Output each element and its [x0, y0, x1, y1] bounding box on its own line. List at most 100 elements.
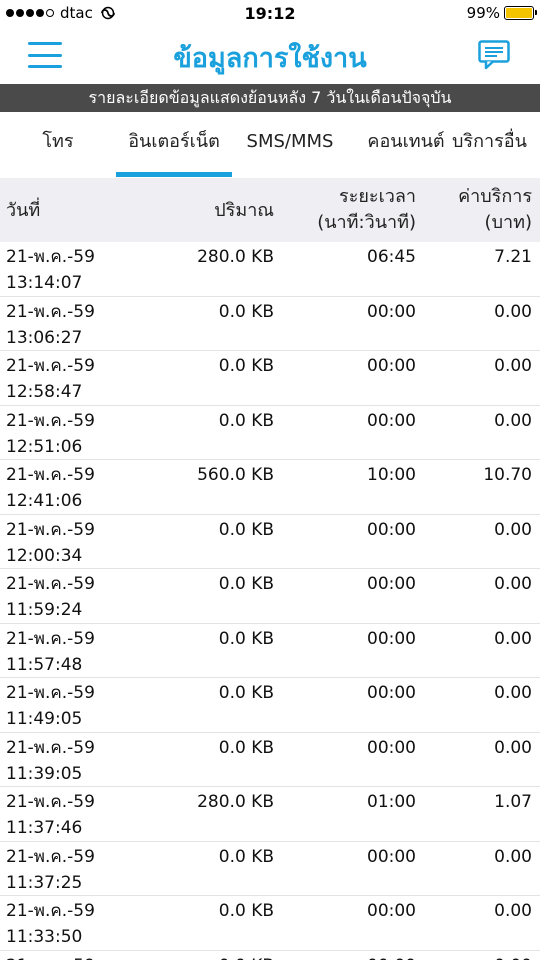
row-fee: 7.21 [494, 247, 532, 267]
row-time: 11:37:46 [6, 818, 83, 838]
row-volume: 0.0 KB [218, 301, 274, 322]
table-row[interactable]: 21-พ.ค.-59 13:14:07 280.0 KB 06:45 7.21 [0, 242, 540, 297]
tab-internet[interactable]: อินเตอร์เน็ต [116, 112, 232, 178]
tab-sms-mms[interactable]: SMS/MMS [240, 112, 340, 178]
row-time: 11:37:25 [6, 872, 83, 893]
nav-bar: ข้อมูลการใช้งาน [0, 28, 540, 82]
row-fee: 10.70 [483, 465, 532, 485]
row-time: 12:51:06 [6, 436, 83, 457]
row-datetime: 21-พ.ค.-59 12:00:34 [6, 517, 95, 569]
row-volume: 0.0 KB [218, 356, 274, 376]
row-time: 12:41:06 [6, 491, 83, 511]
table-row[interactable]: 21-พ.ค.-59 11:39:05 0.0 KB 00:00 0.00 [0, 733, 540, 787]
table-row[interactable]: 21-พ.ค.-59 11:37:46 280.0 KB 01:00 1.07 [0, 787, 540, 842]
row-fee: 1.07 [494, 792, 532, 812]
row-volume: 0.0 KB [218, 846, 274, 867]
row-duration: 01:00 [367, 792, 416, 812]
usage-table-body: 21-พ.ค.-59 13:14:07 280.0 KB 06:45 7.21 21-พ.… [0, 242, 540, 960]
row-fee: 0.00 [494, 301, 532, 322]
row-volume: 0.0 KB [218, 628, 274, 649]
table-row[interactable]: 21-พ.ค.-59 11:57:48 0.0 KB 00:00 0.00 [0, 624, 540, 678]
tab-bar: โทร อินเตอร์เน็ต SMS/MMS คอนเทนต์ บริการ… [0, 112, 540, 178]
table-row[interactable]: 21-พ.ค.-59 11:33:50 0.0 KB 00:00 0.00 [0, 896, 540, 951]
row-datetime: 21-พ.ค.-59 13:14:07 [6, 244, 95, 296]
table-row[interactable]: 21-พ.ค.-59 13:06:27 0.0 KB 00:00 0.00 [0, 297, 540, 351]
table-row[interactable]: 21-พ.ค.-59 12:51:06 0.0 KB 00:00 0.00 [0, 406, 540, 460]
row-volume: 280.0 KB [197, 247, 274, 267]
row-fee: 0.00 [494, 574, 532, 594]
row-volume: 0.0 KB [218, 574, 274, 594]
table-row[interactable]: 21-พ.ค.-59 12:00:34 0.0 KB 00:00 0.00 [0, 515, 540, 569]
row-datetime: 21-พ.ค.-59 12:51:06 [6, 408, 95, 460]
table-row[interactable]: 21-พ.ค.-59 11:37:25 0.0 KB 00:00 0.00 [0, 842, 540, 896]
page-title: ข้อมูลการใช้งาน [173, 43, 367, 74]
row-datetime: 21-พ.ค.-59 [6, 953, 95, 960]
table-header: วันที่ ปริมาณ ระยะเวลา (นาที:วินาที) ค่า… [0, 178, 540, 242]
row-fee: 0.00 [494, 953, 532, 960]
row-volume: 0.0 KB [219, 953, 274, 960]
row-time: 11:49:05 [6, 709, 83, 729]
row-time: 11:57:48 [6, 654, 83, 675]
tab-content[interactable]: คอนเทนต์ [356, 112, 456, 178]
row-duration: 06:45 [367, 247, 416, 267]
table-row[interactable]: 21-พ.ค.-59 0.0 KB 00:00 0.00 [0, 951, 540, 960]
row-date: 21-พ.ค.-59 [6, 953, 95, 960]
header-fee-line1: ค่าบริการ [458, 186, 532, 207]
active-tab-indicator [116, 172, 232, 177]
row-datetime: 21-พ.ค.-59 11:59:24 [6, 571, 95, 623]
row-duration: 00:00 [367, 846, 416, 867]
row-fee: 0.00 [494, 410, 532, 431]
row-datetime: 21-พ.ค.-59 11:33:50 [6, 898, 95, 950]
table-row[interactable]: 21-พ.ค.-59 11:49:05 0.0 KB 00:00 0.00 [0, 678, 540, 733]
row-volume: 0.0 KB [218, 901, 274, 921]
row-volume: 0.0 KB [218, 519, 274, 540]
row-date: 21-พ.ค.-59 [6, 792, 95, 812]
row-duration: 00:00 [367, 356, 416, 376]
header-date: วันที่ [6, 200, 41, 221]
header-duration-line1: ระยะเวลา [339, 186, 416, 207]
row-volume: 0.0 KB [218, 410, 274, 431]
row-duration: 00:00 [367, 410, 416, 431]
row-duration: 00:00 [367, 737, 416, 758]
battery-icon [504, 6, 537, 20]
row-date: 21-พ.ค.-59 [6, 301, 95, 322]
message-icon[interactable] [478, 40, 510, 70]
row-fee: 0.00 [494, 901, 532, 921]
row-date: 21-พ.ค.-59 [6, 628, 95, 649]
row-duration: 00:00 [367, 301, 416, 322]
battery-fill [506, 8, 532, 18]
table-row[interactable]: 21-พ.ค.-59 12:58:47 0.0 KB 00:00 0.00 [0, 351, 540, 406]
row-duration: 00:00 [367, 628, 416, 649]
header-fee: ค่าบริการ (บาท) [458, 184, 532, 236]
row-datetime: 21-พ.ค.-59 11:37:46 [6, 789, 95, 841]
row-date: 21-พ.ค.-59 [6, 356, 95, 376]
header-fee-line2: (บาท) [484, 212, 532, 233]
row-volume: 560.0 KB [197, 465, 274, 485]
row-fee: 0.00 [494, 683, 532, 703]
tab-other-services[interactable]: บริการอื่น [448, 112, 540, 178]
row-volume: 0.0 KB [218, 737, 274, 758]
row-time: 11:33:50 [6, 927, 83, 947]
status-time: 19:12 [244, 4, 296, 23]
header-duration: ระยะเวลา (นาที:วินาที) [317, 184, 416, 236]
status-bar: dtac 19:12 99% [0, 0, 540, 28]
tab-call[interactable]: โทร [20, 112, 96, 178]
row-date: 21-พ.ค.-59 [6, 465, 95, 485]
row-time: 12:58:47 [6, 382, 83, 402]
status-right: 99% [467, 4, 537, 22]
row-datetime: 21-พ.ค.-59 11:57:48 [6, 626, 95, 678]
info-banner: รายละเอียดข้อมูลแสดงย้อนหลัง 7 วันในเดือ… [0, 84, 540, 112]
row-datetime: 21-พ.ค.-59 12:58:47 [6, 353, 95, 405]
row-datetime: 21-พ.ค.-59 11:39:05 [6, 735, 95, 787]
row-time: 11:39:05 [6, 763, 83, 784]
table-row[interactable]: 21-พ.ค.-59 11:59:24 0.0 KB 00:00 0.00 [0, 569, 540, 624]
row-date: 21-พ.ค.-59 [6, 574, 95, 594]
row-datetime: 21-พ.ค.-59 12:41:06 [6, 462, 95, 514]
row-time: 12:00:34 [6, 545, 83, 566]
row-volume: 280.0 KB [197, 792, 274, 812]
row-date: 21-พ.ค.-59 [6, 410, 95, 431]
header-volume: ปริมาณ [214, 200, 274, 221]
table-row[interactable]: 21-พ.ค.-59 12:41:06 560.0 KB 10:00 10.70 [0, 460, 540, 515]
row-date: 21-พ.ค.-59 [6, 846, 95, 867]
row-datetime: 21-พ.ค.-59 13:06:27 [6, 299, 95, 351]
